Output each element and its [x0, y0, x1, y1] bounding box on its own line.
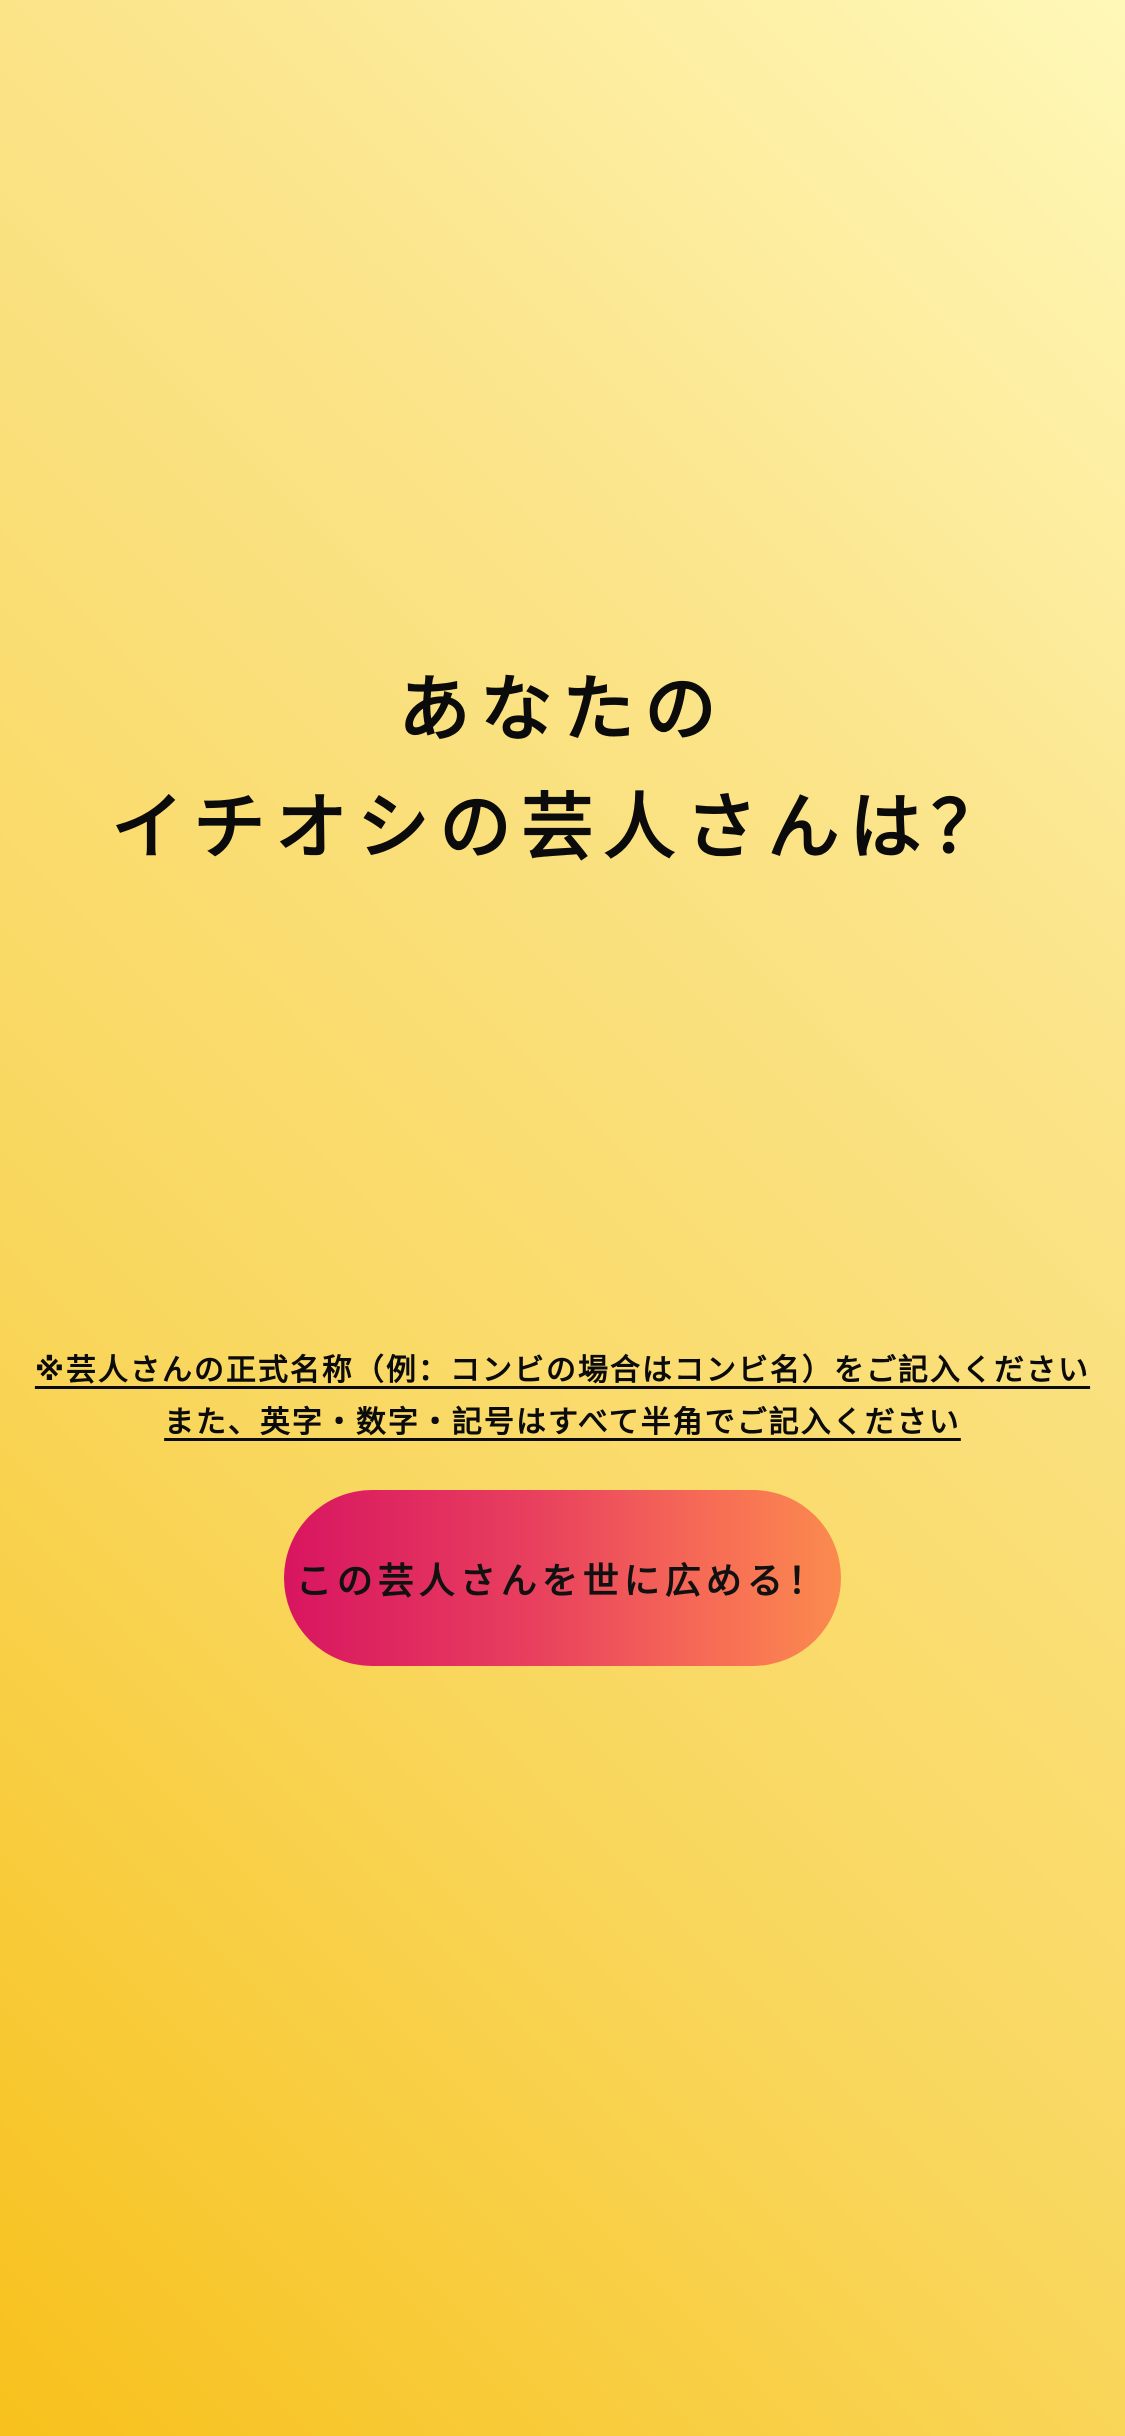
heading-line-1: あなたの: [398, 667, 727, 751]
page: { "heading": { "line1": "あなたの", "line2":…: [0, 0, 1125, 2436]
input-notice: ※芸人さんの正式名称（例：コンビの場合はコンビ名）をご記入ください また、英字・…: [0, 1345, 1125, 1449]
notice-line-2: また、英字・数字・記号はすべて半角でご記入ください: [164, 1405, 961, 1440]
notice-line-1: ※芸人さんの正式名称（例：コンビの場合はコンビ名）をご記入ください: [34, 1353, 1091, 1388]
spread-comedian-button[interactable]: この芸人さんを世に広める！: [284, 1490, 841, 1666]
spread-comedian-button-label: この芸人さんを世に広める！: [295, 1560, 829, 1601]
heading-line-2: イチオシの芸人さんは？: [111, 785, 1014, 869]
question-heading: あなたの イチオシの芸人さんは？: [0, 650, 1125, 886]
